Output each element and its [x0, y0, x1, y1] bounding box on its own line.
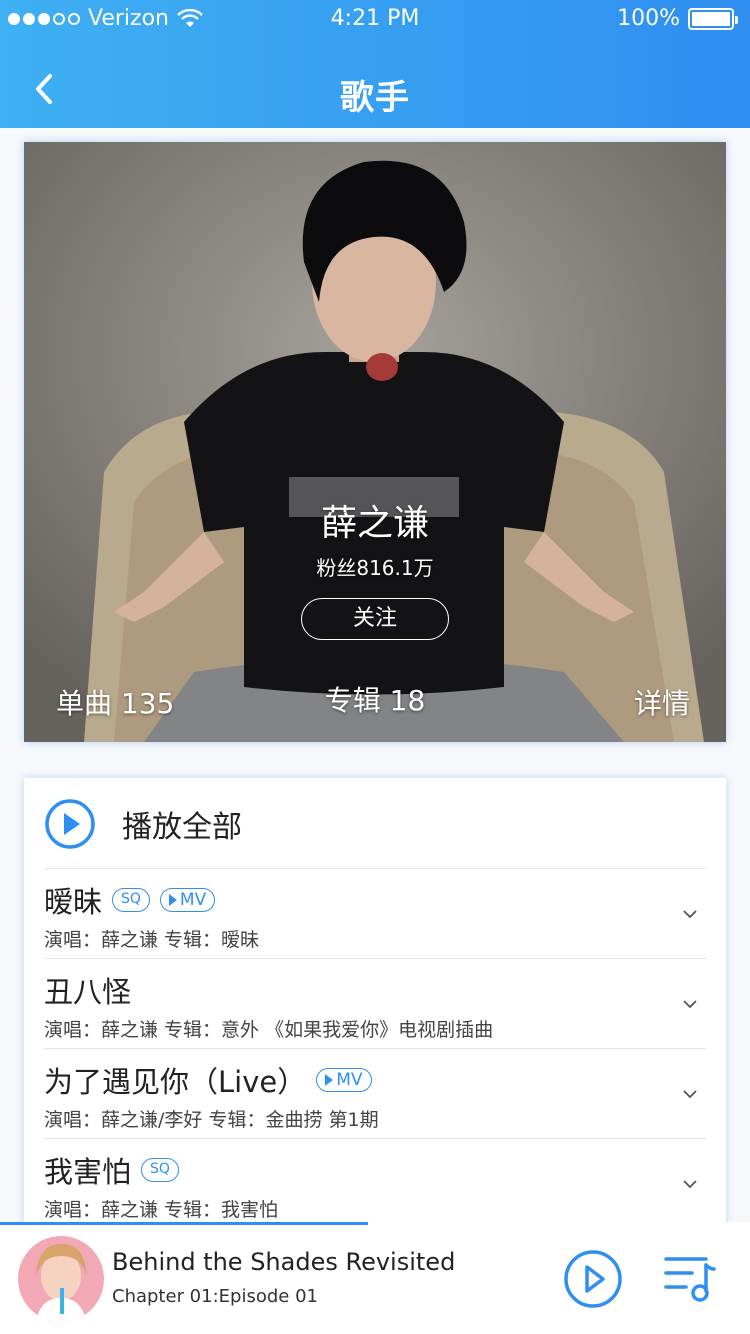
chevron-down-icon[interactable] — [682, 999, 698, 1009]
track-subtitle: Chapter 01:Episode 01 — [112, 1286, 318, 1307]
song-row[interactable]: 为了遇见你（Live） MV 演唱：薛之谦/李好 专辑：金曲捞 第1期 — [44, 1048, 706, 1138]
chevron-down-icon[interactable] — [682, 1179, 698, 1189]
play-triangle-icon — [168, 894, 177, 906]
playlist-button[interactable] — [664, 1255, 716, 1303]
song-title-row: 丑八怪 — [44, 969, 131, 1011]
mv-label: MV — [179, 889, 207, 910]
mv-badge[interactable]: MV — [159, 888, 216, 912]
album-cover[interactable] — [18, 1236, 104, 1322]
playback-progress-bar[interactable] — [0, 1222, 368, 1225]
battery-icon — [688, 7, 738, 30]
singer-hero-card: 薛之谦 粉丝816.1万 关注 单曲 135 专辑 18 详情 — [24, 142, 726, 742]
song-meta: 演唱：薛之谦/李好 专辑：金曲捞 第1期 — [44, 1109, 379, 1131]
song-title: 我害怕 — [44, 1155, 132, 1189]
song-title: 为了遇见你（Live） — [44, 1065, 307, 1099]
hero-overlay — [24, 142, 726, 742]
song-meta: 演唱：薛之谦 专辑：意外 《如果我爱你》电视剧插曲 — [44, 1019, 494, 1041]
song-meta: 演唱：薛之谦 专辑：暧昧 — [44, 929, 260, 951]
battery-percent: 100% — [617, 6, 680, 31]
song-title-row: 我害怕 SQ — [44, 1149, 179, 1191]
singer-name: 薛之谦 — [320, 503, 429, 544]
header: Verizon 4:21 PM 100% 歌手 — [0, 0, 750, 128]
chevron-down-icon[interactable] — [682, 1089, 698, 1099]
song-row[interactable]: 丑八怪 演唱：薛之谦 专辑：意外 《如果我爱你》电视剧插曲 — [44, 958, 706, 1048]
status-right: 100% — [617, 6, 738, 31]
play-all-button[interactable]: 播放全部 — [44, 798, 242, 850]
mini-player: Behind the Shades Revisited Chapter 01:E… — [0, 1222, 750, 1334]
chevron-down-icon[interactable] — [682, 909, 698, 919]
follow-button[interactable]: 关注 — [301, 598, 449, 640]
play-circle-icon — [564, 1250, 622, 1308]
cover-art — [18, 1236, 104, 1322]
song-title: 丑八怪 — [44, 975, 132, 1009]
details-link[interactable]: 详情 — [634, 682, 690, 722]
play-all-label: 播放全部 — [122, 810, 242, 845]
song-title-row: 为了遇见你（Live） MV — [44, 1059, 372, 1101]
track-title: Behind the Shades Revisited — [112, 1248, 456, 1276]
sq-badge: SQ — [112, 888, 150, 912]
fans-count: 粉丝816.1万 — [316, 556, 434, 580]
sq-badge: SQ — [141, 1158, 179, 1182]
mv-label: MV — [336, 1069, 363, 1090]
song-row[interactable]: 暧昧 SQ MV 演唱：薛之谦 专辑：暧昧 — [44, 868, 706, 958]
song-row[interactable]: 我害怕 SQ 演唱：薛之谦 专辑：我害怕 — [44, 1138, 706, 1228]
albums-count[interactable]: 专辑 18 — [24, 679, 726, 719]
song-title-row: 暧昧 SQ MV — [44, 879, 216, 921]
song-list: 暧昧 SQ MV 演唱：薛之谦 专辑：暧昧 丑八怪 演唱：薛之谦 专辑：意外 《… — [44, 868, 706, 1228]
song-title: 暧昧 — [44, 885, 103, 919]
play-button[interactable] — [563, 1249, 623, 1309]
song-list-card: 播放全部 暧昧 SQ MV 演唱：薛之谦 专辑：暧昧 丑八怪 演唱：薛之谦 专辑… — [24, 778, 726, 1238]
playlist-icon — [664, 1257, 716, 1302]
status-bar: Verizon 4:21 PM 100% — [0, 0, 750, 40]
page-title: 歌手 — [340, 78, 410, 118]
play-triangle-icon — [325, 1074, 334, 1086]
play-circle-icon — [45, 799, 95, 849]
song-meta: 演唱：薛之谦 专辑：我害怕 — [44, 1199, 279, 1221]
mv-badge[interactable]: MV — [316, 1068, 372, 1092]
